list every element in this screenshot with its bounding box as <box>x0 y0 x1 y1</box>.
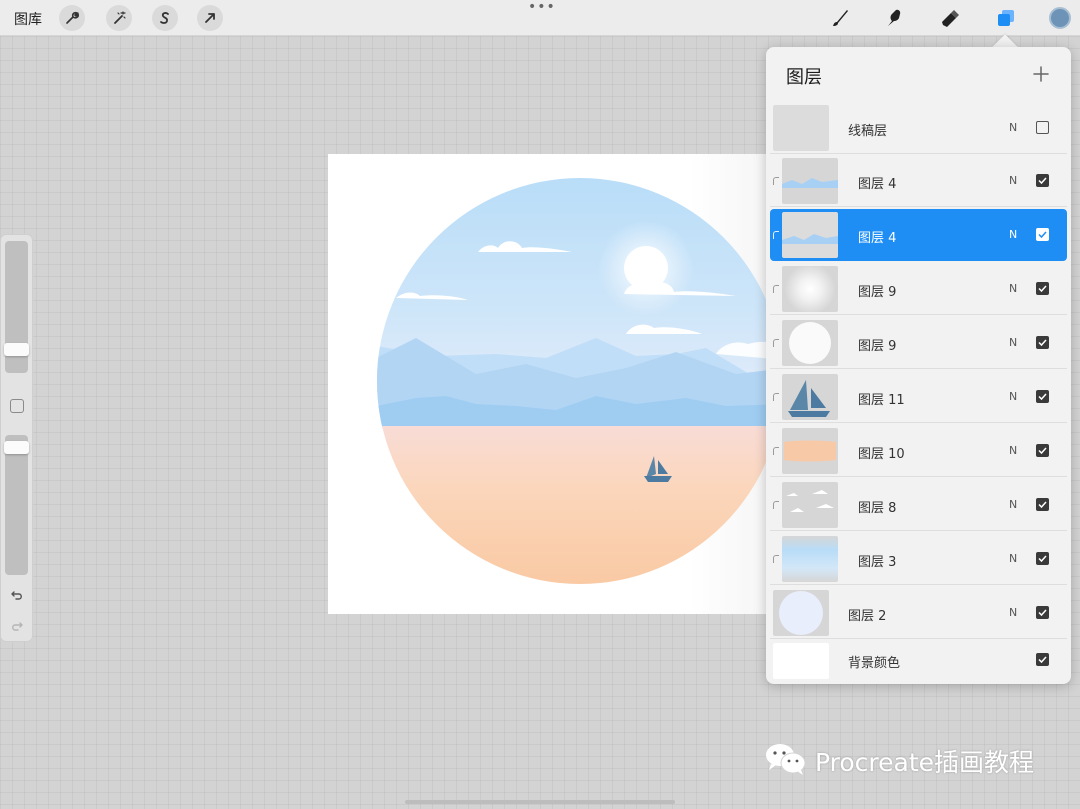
smudge-icon[interactable] <box>880 4 908 32</box>
wechat-icon <box>765 742 807 780</box>
eraser-icon[interactable] <box>936 4 964 32</box>
wrench-icon[interactable] <box>59 5 85 31</box>
layer-name: 图层 2 <box>848 609 887 624</box>
layer-row[interactable]: 图层 2 N <box>770 587 1067 639</box>
layer-visibility-checkbox[interactable] <box>1036 552 1049 565</box>
layer-visibility-checkbox[interactable] <box>1036 121 1049 134</box>
gallery-button[interactable]: 图库 <box>14 9 42 29</box>
layer-row-line-art[interactable]: 线稿层 N <box>770 102 1067 154</box>
layer-row[interactable]: 图层 9 N <box>770 317 1067 369</box>
layer-row[interactable]: 图层 4 N <box>770 155 1067 207</box>
redo-icon[interactable] <box>8 617 26 635</box>
layer-visibility-checkbox[interactable] <box>1036 444 1049 457</box>
brush-size-slider-handle[interactable] <box>4 343 29 356</box>
layer-thumbnail <box>782 212 838 258</box>
color-picker-button[interactable] <box>1049 7 1071 29</box>
clipping-mask-indicator <box>773 231 779 239</box>
blend-mode-button[interactable]: N <box>1009 552 1017 565</box>
layer-thumbnail <box>773 643 829 679</box>
layer-name: 图层 11 <box>858 393 905 408</box>
blend-mode-button[interactable]: N <box>1009 282 1017 295</box>
layer-row[interactable]: 图层 8 N <box>770 479 1067 531</box>
layer-thumbnail <box>782 320 838 366</box>
layer-thumbnail <box>773 105 829 151</box>
plus-icon[interactable] <box>1031 64 1051 84</box>
opacity-slider-handle[interactable] <box>4 441 29 454</box>
artwork-illustration <box>377 178 783 584</box>
layer-row[interactable]: 图层 10 N <box>770 425 1067 477</box>
clipping-mask-indicator <box>773 285 779 293</box>
home-indicator[interactable] <box>405 800 675 804</box>
layer-visibility-checkbox[interactable] <box>1036 390 1049 403</box>
layer-name: 图层 4 <box>858 231 897 246</box>
left-sidebar <box>1 235 32 641</box>
brush-icon[interactable] <box>826 4 854 32</box>
blend-mode-button[interactable]: N <box>1009 444 1017 457</box>
layer-visibility-checkbox[interactable] <box>1036 606 1049 619</box>
layer-visibility-checkbox[interactable] <box>1036 282 1049 295</box>
clipping-mask-indicator <box>773 501 779 509</box>
layer-name: 图层 9 <box>858 339 897 354</box>
blend-mode-button[interactable]: N <box>1009 498 1017 511</box>
opacity-slider[interactable] <box>5 435 28 575</box>
clipping-mask-indicator <box>773 177 779 185</box>
layer-name: 图层 10 <box>858 447 905 462</box>
layer-thumbnail <box>782 266 838 312</box>
blend-mode-button[interactable]: N <box>1009 174 1017 187</box>
layers-panel-title: 图层 <box>786 67 822 88</box>
layers-icon[interactable] <box>992 4 1020 32</box>
layer-name: 图层 8 <box>858 501 897 516</box>
layer-thumbnail <box>782 158 838 204</box>
watermark-text: Procreate插画教程 <box>815 748 1035 777</box>
layer-visibility-checkbox[interactable] <box>1036 498 1049 511</box>
layer-thumbnail <box>782 374 838 420</box>
undo-icon[interactable] <box>8 586 26 604</box>
layer-thumbnail <box>782 536 838 582</box>
layer-row[interactable]: 图层 3 N <box>770 533 1067 585</box>
transform-icon[interactable] <box>197 5 223 31</box>
selection-icon[interactable] <box>152 5 178 31</box>
layer-thumbnail <box>782 428 838 474</box>
blend-mode-button[interactable]: N <box>1009 121 1017 134</box>
top-toolbar: 图库 ••• <box>0 0 1080 36</box>
layer-name: 线稿层 <box>848 124 888 139</box>
layer-visibility-checkbox[interactable] <box>1036 174 1049 187</box>
modify-button[interactable] <box>10 399 24 413</box>
layer-row-selected[interactable]: 图层 4 N <box>770 209 1067 261</box>
layer-name: 图层 4 <box>858 177 897 192</box>
layer-visibility-checkbox[interactable] <box>1036 228 1049 241</box>
blend-mode-button[interactable]: N <box>1009 390 1017 403</box>
layer-row-background-color[interactable]: 背景颜色 <box>770 640 1067 682</box>
watermark: Procreate插画教程 <box>765 744 1034 778</box>
layer-thumbnail <box>773 590 829 636</box>
layer-name: 背景颜色 <box>848 656 901 671</box>
magic-wand-icon[interactable] <box>106 5 132 31</box>
layer-visibility-checkbox[interactable] <box>1036 336 1049 349</box>
blend-mode-button[interactable]: N <box>1009 336 1017 349</box>
clipping-mask-indicator <box>773 555 779 563</box>
layer-row[interactable]: 图层 9 N <box>770 263 1067 315</box>
blend-mode-button[interactable]: N <box>1009 606 1017 619</box>
layer-row[interactable]: 图层 11 N <box>770 371 1067 423</box>
clipping-mask-indicator <box>773 339 779 347</box>
layers-panel: 图层 线稿层 N 图层 4 N 图层 4 N 图层 9 N 图层 9 N 图层 … <box>766 47 1071 684</box>
clipping-mask-indicator <box>773 393 779 401</box>
layer-visibility-checkbox[interactable] <box>1036 653 1049 666</box>
blend-mode-button[interactable]: N <box>1009 228 1017 241</box>
clipping-mask-indicator <box>773 447 779 455</box>
layer-thumbnail <box>782 482 838 528</box>
more-options-button[interactable]: ••• <box>528 0 555 16</box>
layer-name: 图层 9 <box>858 285 897 300</box>
layer-name: 图层 3 <box>858 555 897 570</box>
